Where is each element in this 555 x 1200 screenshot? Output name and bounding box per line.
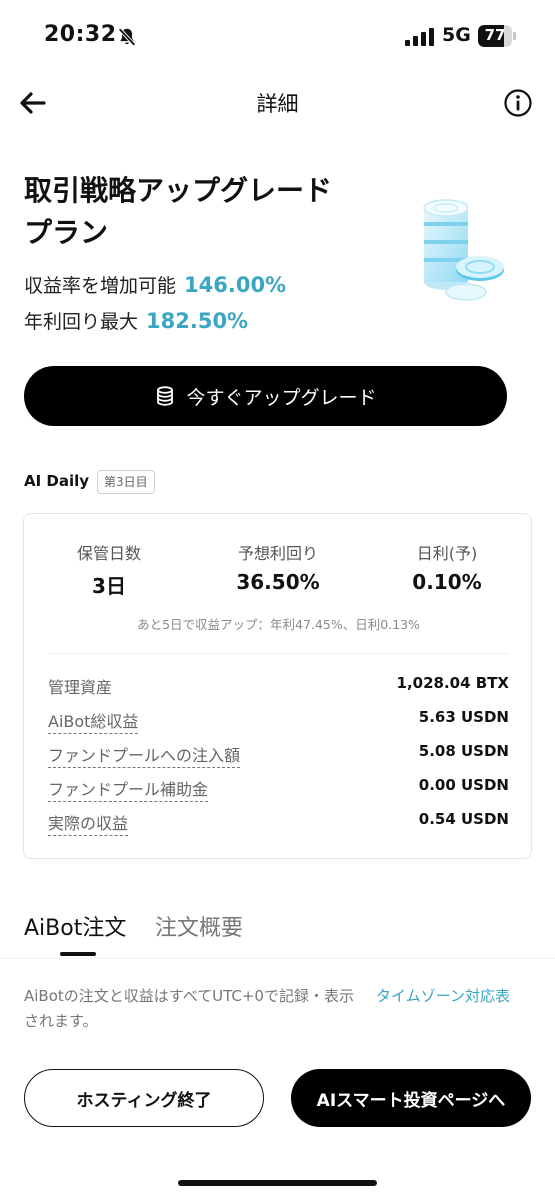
upgrade-now-button[interactable]: 今すぐアップグレード — [24, 366, 507, 426]
row-value: 5.63 USDN — [418, 708, 509, 726]
row-managed-assets: 管理資産 1,028.04 BTX — [48, 674, 509, 700]
stat-value: 3日 — [92, 574, 126, 598]
tab-order-summary[interactable]: 注文概要 — [155, 910, 243, 942]
annual-max-line: 年利回り最大 182.50% — [24, 307, 248, 334]
yield-increase-value: 146.00% — [184, 273, 287, 297]
stat-expected-yield: 予想利回り 36.50% — [193, 540, 363, 594]
row-value: 0.00 USDN — [418, 776, 509, 794]
row-label[interactable]: ファンドプールへの注入額 — [48, 742, 241, 768]
home-indicator[interactable] — [178, 1180, 377, 1186]
stat-holding-days: 保管日数 3日 — [24, 540, 194, 599]
stat-label: 予想利回り — [237, 544, 318, 563]
row-value: 5.08 USDN — [418, 742, 509, 760]
ai-daily-card: 保管日数 3日 予想利回り 36.50% 日利(予) 0.10% あと5日で収益… — [23, 513, 532, 859]
orders-utc-note: AiBotの注文と収益はすべてUTC+0で記録・表示されます。 — [24, 987, 354, 1030]
row-value: 0.54 USDN — [418, 810, 509, 828]
row-value: 1,028.04 BTX — [396, 674, 509, 692]
stat-label: 日利(予) — [416, 544, 478, 563]
ai-invest-page-button[interactable]: AIスマート投資ページへ — [291, 1069, 531, 1127]
row-label[interactable]: AiBot総収益 — [48, 708, 139, 734]
battery-percent: 77 — [484, 26, 506, 44]
info-icon[interactable] — [503, 88, 533, 118]
row-label[interactable]: 実際の収益 — [48, 810, 129, 836]
yield-increase-label: 収益率を増加可能 — [24, 275, 177, 297]
status-bar: 20:32 5G 77 — [0, 0, 555, 72]
row-label: 管理資産 — [48, 678, 113, 697]
bell-off-icon — [118, 27, 136, 47]
stat-value: 0.10% — [412, 570, 482, 594]
row-fund-pool-injection[interactable]: ファンドプールへの注入額 5.08 USDN — [48, 742, 509, 768]
stat-label: 保管日数 — [76, 544, 141, 563]
row-label[interactable]: ファンドプール補助金 — [48, 776, 209, 802]
end-hosting-button[interactable]: ホスティング終了 — [24, 1069, 264, 1127]
tab-indicator — [60, 952, 96, 956]
coin-stack-icon — [157, 386, 174, 406]
battery-icon: 77 — [478, 25, 516, 47]
day-badge: 第3日目 — [97, 470, 155, 494]
tab-aibot-orders[interactable]: AiBot注文 — [24, 910, 126, 942]
card-divider — [48, 653, 509, 654]
coins-illustration — [423, 199, 504, 301]
stat-value: 36.50% — [236, 570, 320, 594]
status-time: 20:32 — [44, 22, 117, 47]
row-actual-profit[interactable]: 実際の収益 0.54 USDN — [48, 810, 509, 836]
network-type: 5G — [442, 24, 471, 46]
timezone-table-link[interactable]: タイムゾーン対応表 — [376, 984, 510, 1009]
row-aibot-total-profit[interactable]: AiBot総収益 5.63 USDN — [48, 708, 509, 734]
page-title: 詳細 — [256, 92, 299, 116]
upgrade-now-label: 今すぐアップグレード — [186, 386, 377, 409]
tab-divider — [0, 958, 555, 959]
upgrade-countdown-note: あと5日で収益アップ：年利47.45%、日利0.13% — [137, 617, 420, 632]
row-fund-pool-subsidy[interactable]: ファンドプール補助金 0.00 USDN — [48, 776, 509, 802]
annual-max-value: 182.50% — [146, 309, 249, 333]
signal-icon — [405, 28, 434, 46]
plan-title: 取引戦略アップグレードプラン — [24, 174, 333, 249]
annual-max-label: 年利回り最大 — [24, 311, 139, 333]
ai-daily-title: AI Daily — [24, 472, 90, 490]
yield-increase-line: 収益率を増加可能 146.00% — [24, 271, 286, 298]
stat-daily-rate: 日利(予) 0.10% — [362, 540, 532, 594]
